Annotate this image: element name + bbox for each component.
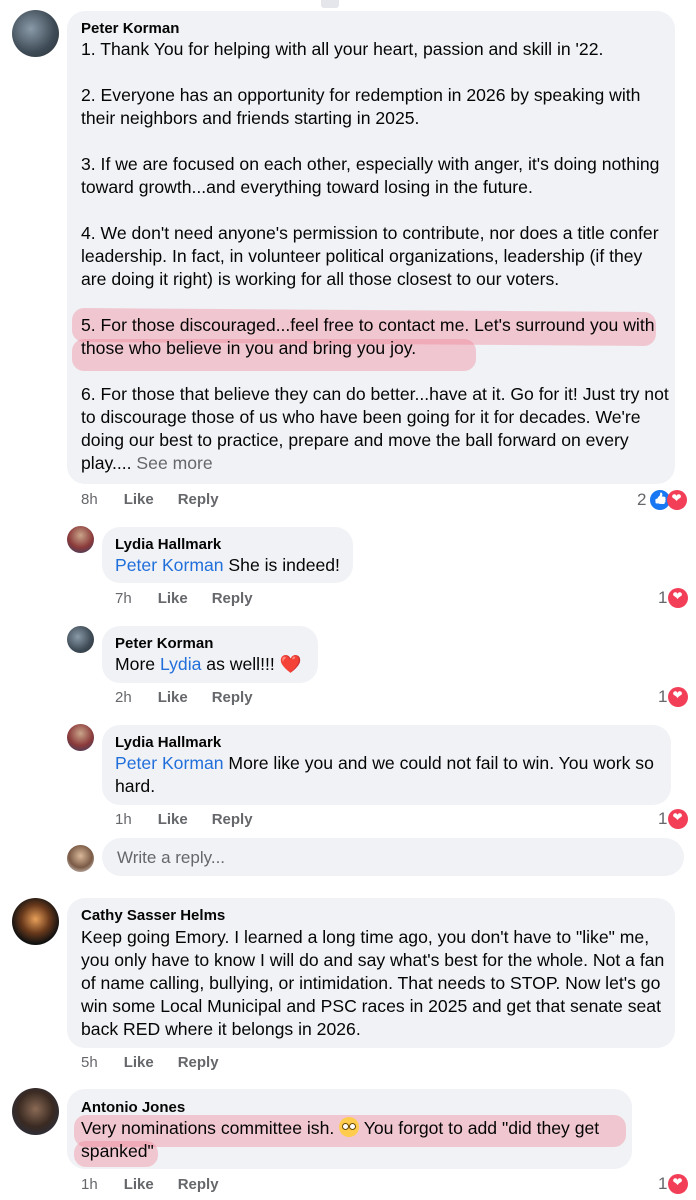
current-user-avatar bbox=[67, 845, 94, 872]
flushed-face-emoji-icon bbox=[339, 1117, 360, 1137]
comment-author[interactable]: Lydia Hallmark bbox=[115, 734, 221, 751]
comment-paragraph: 3. If we are focused on each other, espe… bbox=[81, 154, 660, 197]
timestamp[interactable]: 8h bbox=[81, 491, 98, 508]
comment-actions: 1h Like Reply bbox=[115, 811, 277, 828]
timestamp[interactable]: 1h bbox=[115, 811, 132, 828]
reply-button[interactable]: Reply bbox=[212, 689, 253, 706]
reply-button[interactable]: Reply bbox=[178, 1176, 219, 1193]
avatar[interactable] bbox=[67, 626, 94, 653]
comment-actions: 2h Like Reply bbox=[115, 689, 277, 706]
reaction-summary[interactable]: 2 bbox=[637, 489, 688, 511]
avatar[interactable] bbox=[12, 1088, 59, 1135]
timestamp[interactable]: 7h bbox=[115, 590, 132, 607]
comment-actions: 5h Like Reply bbox=[81, 1054, 243, 1071]
avatar[interactable] bbox=[67, 724, 94, 751]
reply-button[interactable]: Reply bbox=[178, 1054, 219, 1071]
reply-button[interactable]: Reply bbox=[178, 491, 219, 508]
like-button[interactable]: Like bbox=[158, 590, 188, 607]
comment-paragraph: 5. For those discouraged...feel free to … bbox=[81, 315, 655, 358]
timestamp[interactable]: 5h bbox=[81, 1054, 98, 1071]
comment-text-body: as well!!! bbox=[201, 654, 280, 674]
mention-link[interactable]: Lydia bbox=[160, 654, 201, 674]
comment-author[interactable]: Cathy Sasser Helms bbox=[81, 907, 225, 924]
reaction-summary[interactable]: 1 bbox=[658, 809, 689, 829]
like-button[interactable]: Like bbox=[158, 811, 188, 828]
like-button[interactable]: Like bbox=[158, 689, 188, 706]
reaction-summary[interactable]: 1 bbox=[658, 687, 689, 707]
comment-paragraph: 6. For those that believe they can do be… bbox=[81, 383, 671, 475]
reaction-count: 1 bbox=[658, 1174, 668, 1193]
reply-input[interactable] bbox=[115, 847, 659, 869]
like-button[interactable]: Like bbox=[124, 491, 154, 508]
like-button[interactable]: Like bbox=[124, 1054, 154, 1071]
love-reaction-icon bbox=[668, 1174, 689, 1194]
comment-text: Peter Korman She is indeed! bbox=[115, 554, 340, 577]
comment-text: Peter Korman More like you and we could … bbox=[115, 752, 665, 798]
comment-author[interactable]: Peter Korman bbox=[115, 635, 213, 652]
comment-text-body: She is indeed! bbox=[223, 555, 340, 575]
comment-text-prefix: More bbox=[115, 654, 160, 674]
comment-text: More Lydia as well!!! ❤️ bbox=[115, 653, 302, 676]
reaction-count: 2 bbox=[637, 490, 647, 509]
reply-button[interactable]: Reply bbox=[212, 590, 253, 607]
love-reaction-icon bbox=[667, 490, 688, 510]
reaction-count: 1 bbox=[658, 588, 668, 607]
comment-text: Very nominations committee ish. You forg… bbox=[81, 1117, 626, 1163]
comment-actions: 1h Like Reply bbox=[81, 1176, 243, 1193]
avatar[interactable] bbox=[12, 898, 59, 945]
comment-actions: 8h Like Reply bbox=[81, 491, 243, 508]
reaction-count: 1 bbox=[658, 687, 668, 706]
comment-text-body: Very nominations committee ish. bbox=[81, 1118, 340, 1138]
comment-text: 1. Thank You for helping with all your h… bbox=[81, 38, 671, 475]
love-reaction-icon bbox=[668, 588, 689, 608]
comment-author[interactable]: Antonio Jones bbox=[81, 1099, 185, 1116]
timestamp[interactable]: 1h bbox=[81, 1176, 98, 1193]
drag-handle bbox=[321, 0, 339, 8]
reaction-summary[interactable]: 1 bbox=[658, 1174, 689, 1194]
see-more-link[interactable]: See more bbox=[136, 453, 212, 473]
avatar[interactable] bbox=[12, 10, 59, 57]
comment-paragraph: 4. We don't need anyone's permission to … bbox=[81, 223, 659, 289]
comment-paragraph: 1. Thank You for helping with all your h… bbox=[81, 39, 604, 59]
comment-author[interactable]: Lydia Hallmark bbox=[115, 536, 221, 553]
timestamp[interactable]: 2h bbox=[115, 689, 132, 706]
mention-link[interactable]: Peter Korman bbox=[115, 555, 224, 575]
comment-text: Keep going Emory. I learned a long time … bbox=[81, 927, 665, 1039]
reply-input-container[interactable] bbox=[102, 838, 684, 876]
heart-emoji-icon: ❤️ bbox=[279, 654, 302, 674]
comment-actions: 7h Like Reply bbox=[115, 590, 277, 607]
reply-button[interactable]: Reply bbox=[212, 811, 253, 828]
love-reaction-icon bbox=[668, 687, 689, 707]
reaction-count: 1 bbox=[658, 809, 668, 828]
love-reaction-icon bbox=[668, 809, 689, 829]
reaction-summary[interactable]: 1 bbox=[658, 588, 689, 608]
mention-link[interactable]: Peter Korman bbox=[115, 753, 224, 773]
comment-paragraph: 2. Everyone has an opportunity for redem… bbox=[81, 85, 641, 128]
avatar[interactable] bbox=[67, 526, 94, 553]
comment-author[interactable]: Peter Korman bbox=[81, 20, 179, 37]
like-button[interactable]: Like bbox=[124, 1176, 154, 1193]
